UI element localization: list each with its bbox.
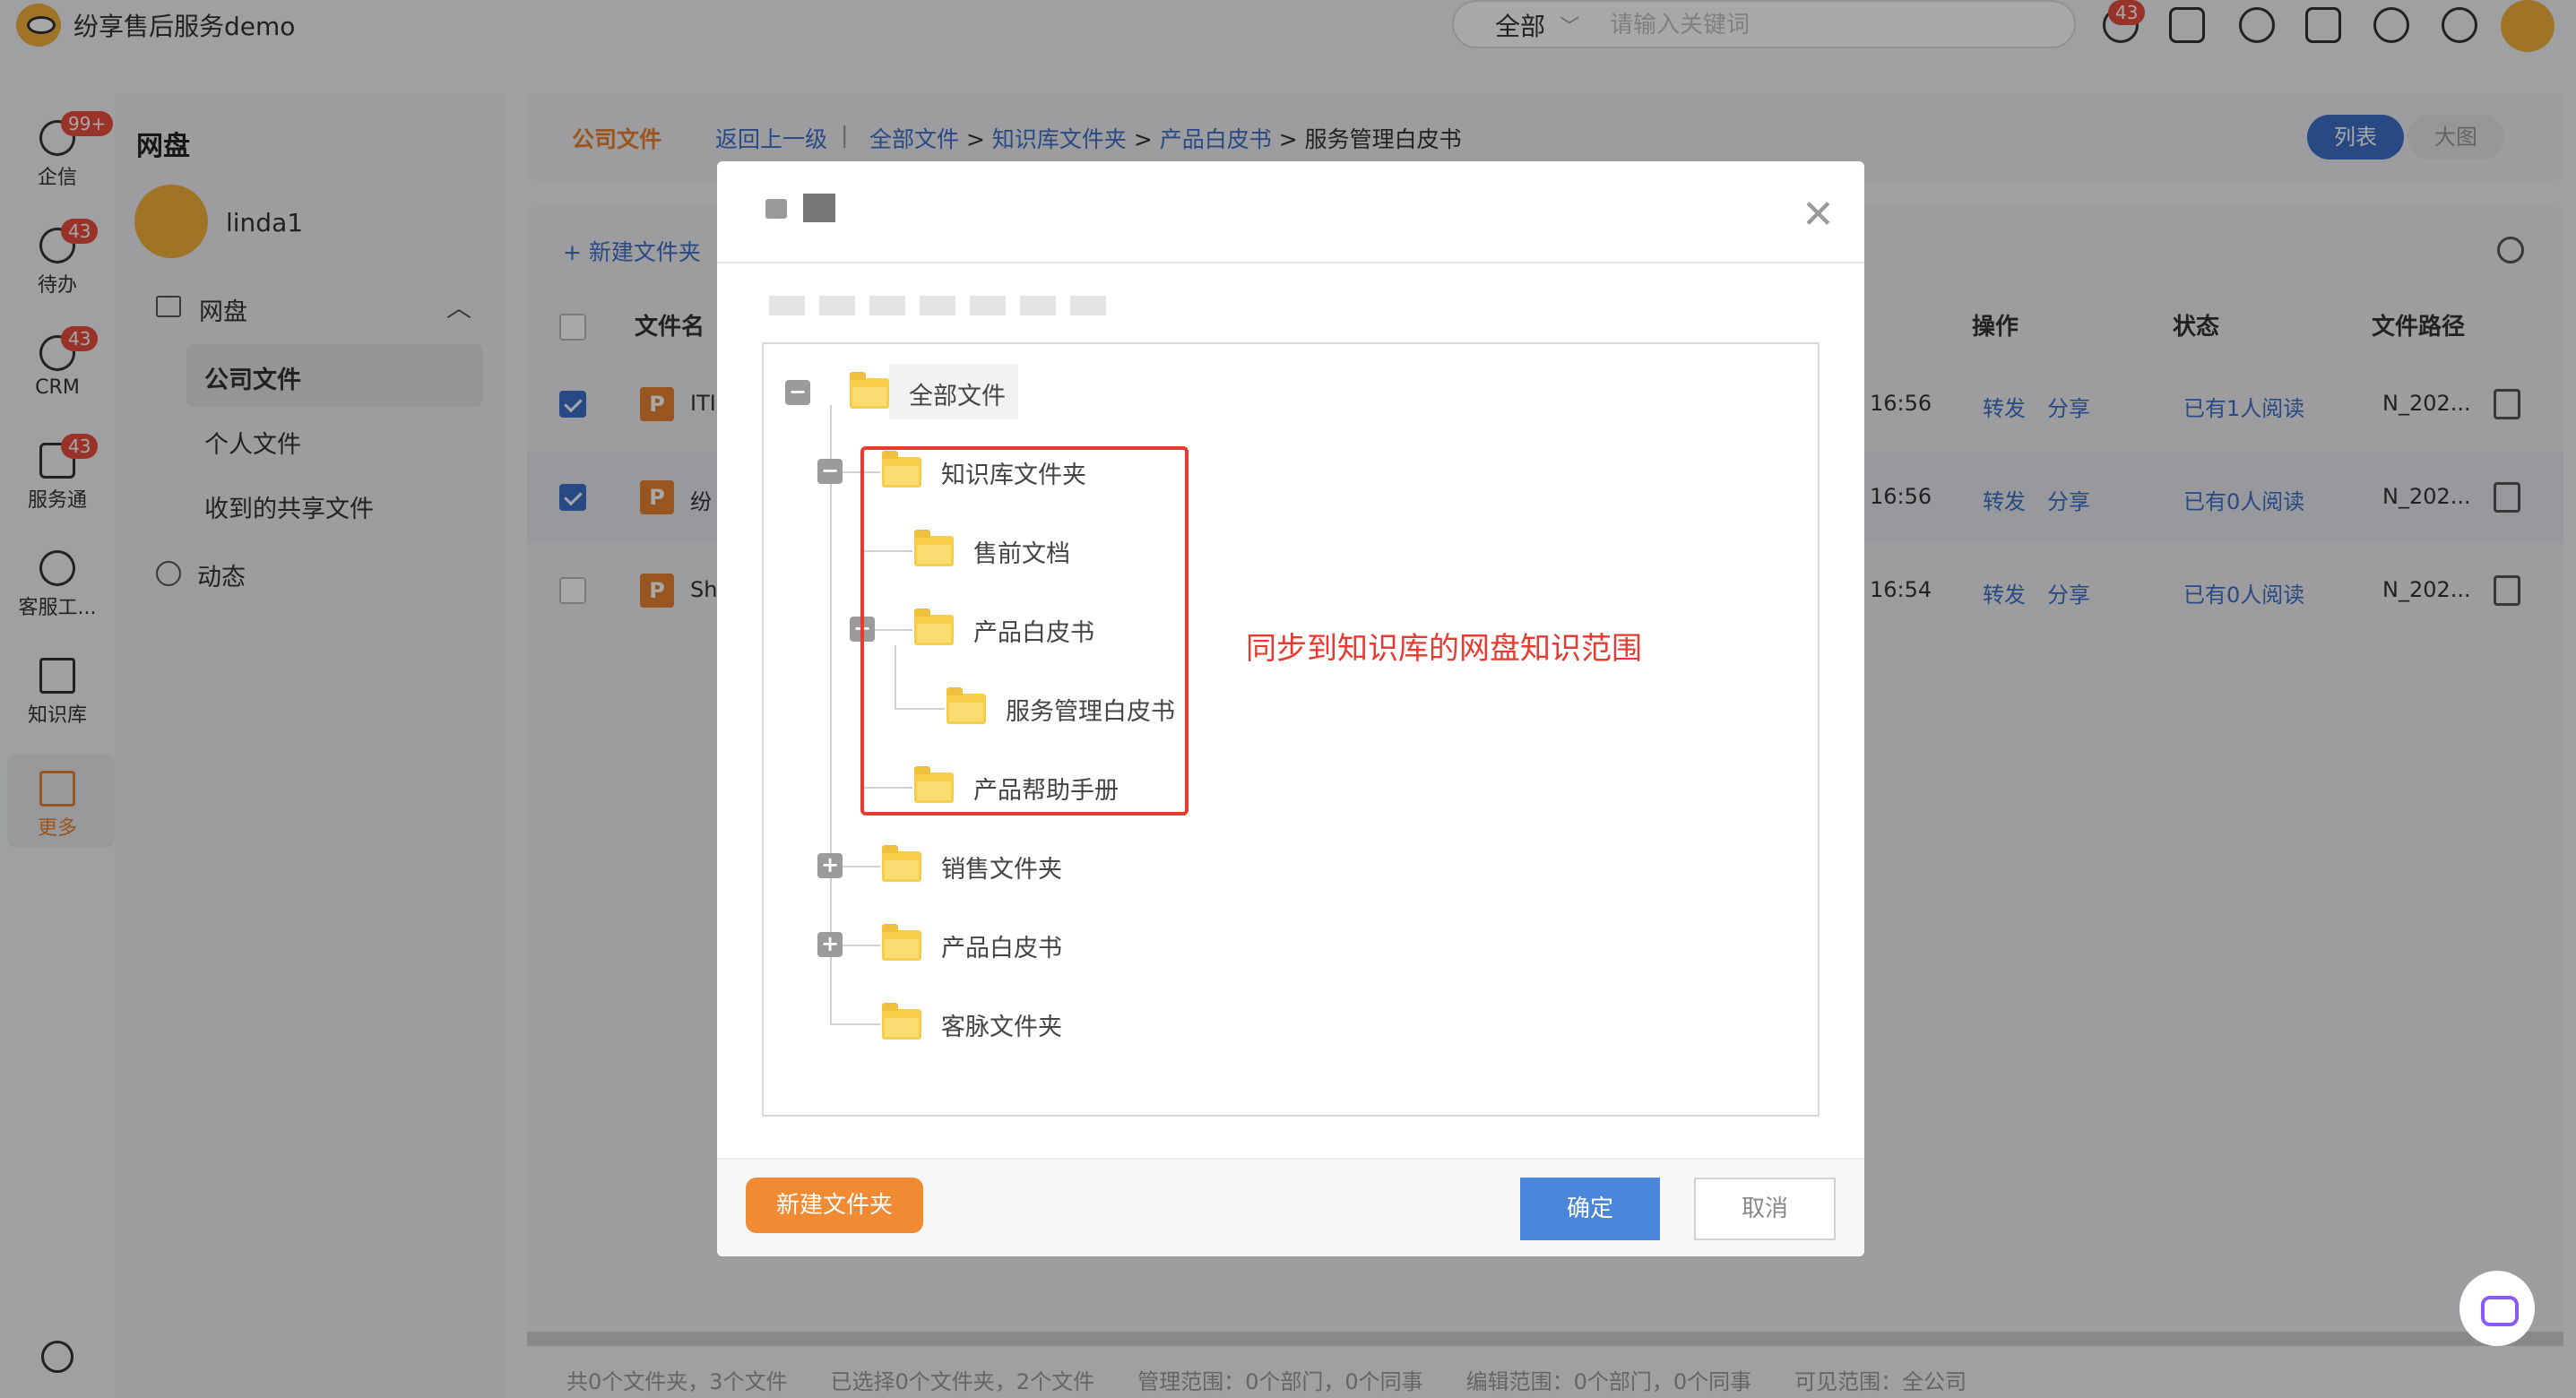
folder-icon [882, 845, 921, 882]
tree-node-sales[interactable]: 销售文件夹 [941, 850, 1062, 885]
folder-icon [882, 1003, 921, 1040]
close-icon[interactable]: ✕ [1802, 195, 1835, 235]
tree-line [830, 1023, 880, 1025]
folder-icon [850, 372, 889, 409]
confirm-button[interactable]: 确定 [1520, 1178, 1660, 1240]
annotation-highlight-box [860, 446, 1189, 816]
modal-title-redacted [803, 194, 835, 222]
tree-node-client[interactable]: 客脉文件夹 [941, 1007, 1062, 1042]
modal-divider [717, 262, 1864, 263]
expand-sales-icon[interactable]: + [817, 853, 843, 878]
cancel-button[interactable]: 取消 [1694, 1178, 1836, 1240]
expand-whitepaper2-icon[interactable]: + [817, 932, 843, 957]
new-folder-button[interactable]: 新建文件夹 [746, 1178, 923, 1233]
modal-subtitle-redacted [769, 296, 1110, 315]
collapse-kb-icon[interactable]: − [817, 459, 843, 484]
annotation-text: 同步到知识库的网盘知识范围 [1246, 631, 1642, 667]
modal-title-icon [765, 199, 787, 219]
assistant-bot-icon[interactable] [2459, 1271, 2535, 1346]
tree-node-all-files[interactable]: 全部文件 [909, 376, 1006, 411]
collapse-root-icon[interactable]: − [785, 380, 810, 405]
tree-node-whitepaper2[interactable]: 产品白皮书 [941, 928, 1062, 963]
folder-icon [882, 924, 921, 961]
